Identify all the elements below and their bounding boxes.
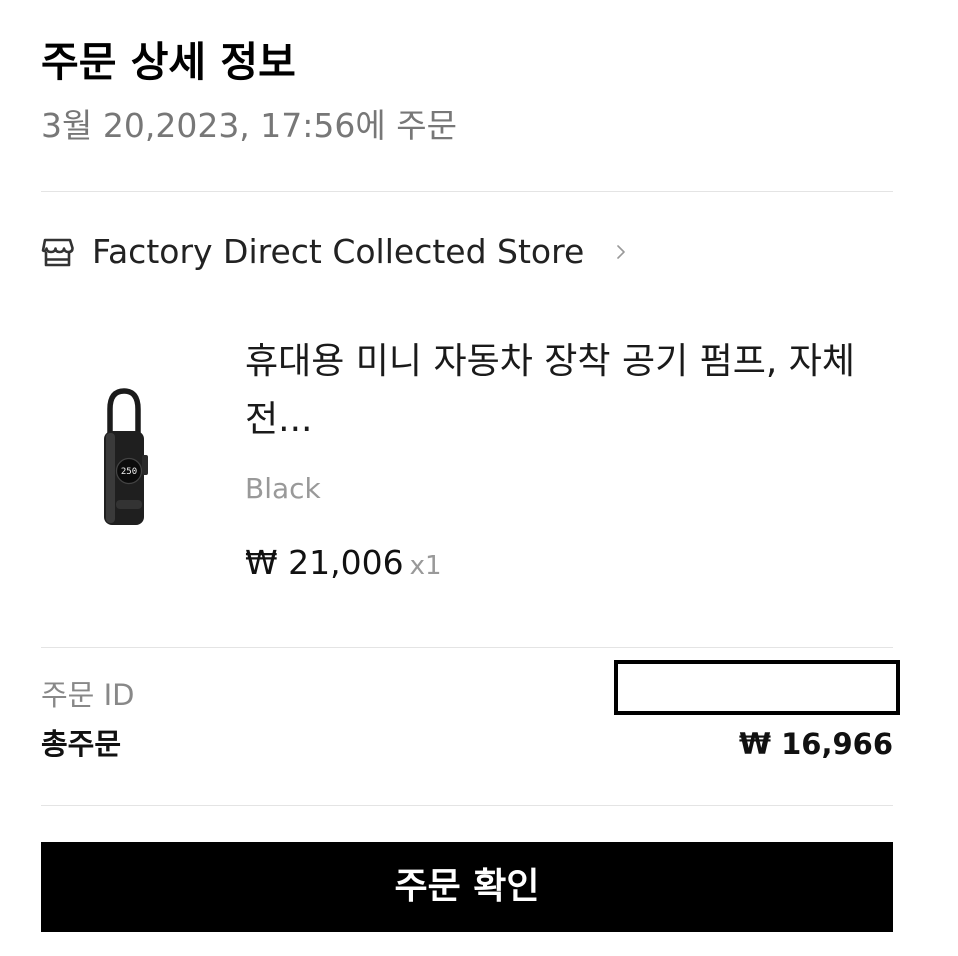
product-title[interactable]: 휴대용 미니 자동차 장착 공기 펌프, 자체 전... bbox=[245, 333, 895, 449]
product-quantity: x1 bbox=[409, 551, 442, 581]
store-icon bbox=[41, 238, 74, 267]
chevron-right-icon bbox=[617, 245, 625, 259]
order-id-value bbox=[614, 660, 900, 715]
divider-bottom bbox=[41, 805, 893, 806]
store-name: Factory Direct Collected Store bbox=[92, 232, 585, 271]
pump-display-reading: 250 bbox=[121, 467, 137, 477]
product-price: ₩ 21,006 bbox=[245, 543, 404, 582]
divider-top bbox=[41, 191, 893, 192]
confirm-order-button[interactable]: 주문 확인 bbox=[41, 842, 893, 932]
page-title: 주문 상세 정보 bbox=[41, 38, 296, 86]
product-variant: Black bbox=[245, 472, 321, 505]
portable-air-pump-image[interactable]: 250 bbox=[90, 385, 156, 529]
order-id-label: 주문 ID bbox=[41, 678, 135, 712]
product-price-row: ₩ 21,006 x1 bbox=[245, 540, 442, 592]
order-date: 3월 20,2023, 17:56에 주문 bbox=[41, 106, 457, 145]
total-label: 총주문 bbox=[41, 727, 122, 761]
total-value: ₩ 16,966 bbox=[739, 727, 893, 761]
store-row[interactable]: Factory Direct Collected Store bbox=[41, 226, 641, 278]
divider-middle bbox=[41, 647, 893, 648]
